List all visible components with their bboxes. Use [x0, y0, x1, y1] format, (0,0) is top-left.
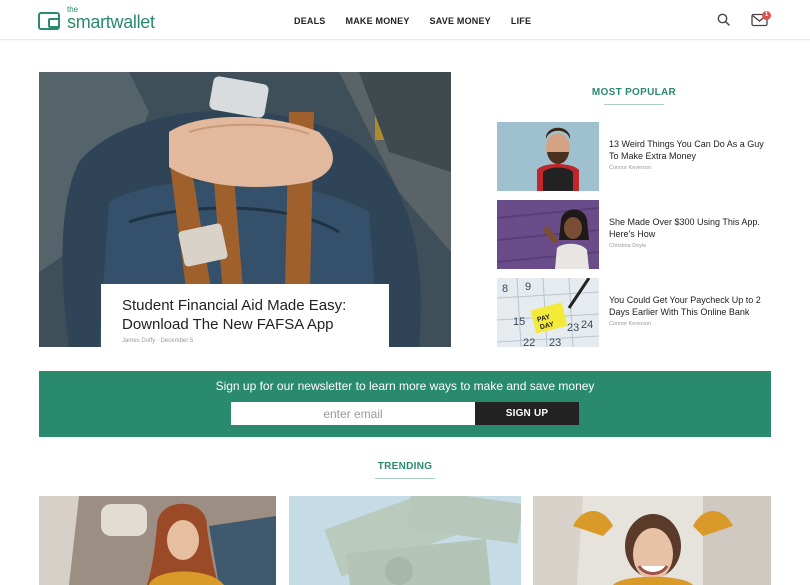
popular-item-title[interactable]: You Could Get Your Paycheck Up to 2 Days…: [609, 294, 774, 318]
nav-item-deals[interactable]: DEALS: [294, 16, 326, 26]
hero-article[interactable]: Student Financial Aid Made Easy: Downloa…: [39, 72, 451, 347]
popular-item-title[interactable]: 13 Weird Things You Can Do As a Guy To M…: [609, 138, 774, 162]
popular-item-image: 8 9 15 23 22 23 24 PAY DAY: [497, 278, 599, 347]
wallet-icon: [38, 12, 60, 30]
email-input[interactable]: [231, 402, 475, 425]
popular-item[interactable]: 13 Weird Things You Can Do As a Guy To M…: [497, 122, 771, 191]
notification-badge: 1: [762, 11, 771, 20]
svg-text:22: 22: [523, 337, 535, 347]
popular-item-image: [497, 200, 599, 269]
popular-item-author: Connor Kevinson: [609, 165, 652, 171]
popular-item-author: Connor Kevinson: [609, 321, 652, 327]
search-icon[interactable]: [717, 13, 730, 26]
hero-title[interactable]: Student Financial Aid Made Easy: Downloa…: [122, 296, 369, 334]
popular-item-image: [497, 122, 599, 191]
svg-text:9: 9: [525, 281, 531, 293]
hero-meta: James Duffy · December 5: [122, 338, 194, 344]
trending-item-image[interactable]: [289, 496, 521, 585]
svg-text:24: 24: [581, 319, 593, 331]
nav-item-make-money[interactable]: MAKE MONEY: [346, 16, 410, 26]
main-nav: DEALS MAKE MONEY SAVE MONEY LIFE: [294, 16, 531, 26]
svg-text:15: 15: [513, 316, 525, 328]
hero-author: James Duffy: [122, 338, 156, 344]
trending-heading: TRENDING: [335, 461, 475, 479]
nav-item-life[interactable]: LIFE: [511, 16, 531, 26]
hero-caption-card: Student Financial Aid Made Easy: Downloa…: [101, 284, 389, 347]
logo-the: the: [67, 5, 79, 14]
trending-item-image[interactable]: [39, 496, 276, 585]
popular-item[interactable]: She Made Over $300 Using This App. Here'…: [497, 200, 771, 269]
svg-text:8: 8: [502, 283, 508, 295]
trending-item-image[interactable]: [533, 496, 771, 585]
svg-text:23: 23: [567, 322, 579, 334]
popular-item-author: Christina Doyle: [609, 243, 647, 249]
nav-item-save-money[interactable]: SAVE MONEY: [430, 16, 491, 26]
logo-name: smartwallet: [67, 12, 155, 32]
hero-date: December 5: [160, 338, 194, 344]
svg-text:23: 23: [549, 337, 561, 347]
sign-up-button[interactable]: SIGN UP: [475, 402, 579, 425]
popular-item[interactable]: 8 9 15 23 22 23 24 PAY DAY You Could Get…: [497, 278, 771, 347]
site-logo[interactable]: the smartwallet: [38, 5, 155, 32]
most-popular-heading: MOST POPULAR: [497, 87, 771, 105]
newsletter-text: Sign up for our newsletter to learn more…: [215, 379, 595, 393]
popular-item-title[interactable]: She Made Over $300 Using This App. Here'…: [609, 216, 774, 240]
site-header: the smartwallet DEALS MAKE MONEY SAVE MO…: [0, 0, 810, 40]
newsletter-banner: Sign up for our newsletter to learn more…: [39, 371, 771, 437]
